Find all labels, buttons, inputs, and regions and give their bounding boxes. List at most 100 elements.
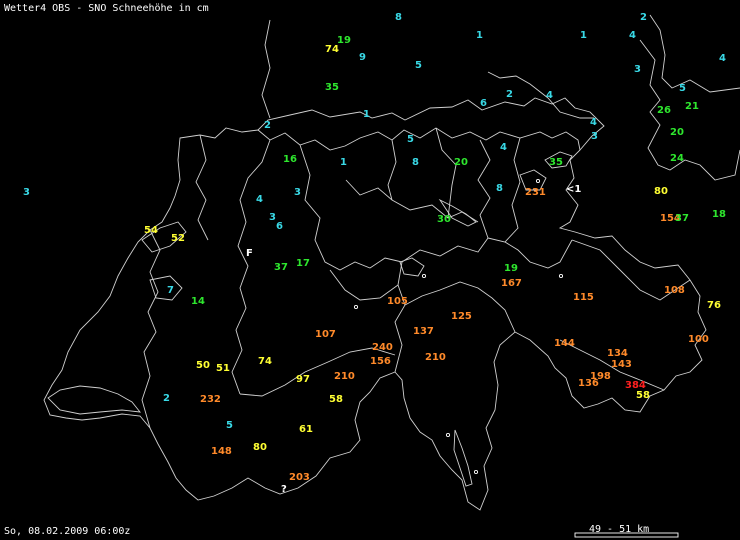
- town-marker: [421, 273, 427, 279]
- station-value: 4: [546, 90, 553, 101]
- station-value: 37: [675, 213, 689, 224]
- lake-biel-cluster: [149, 275, 183, 301]
- station-value: 61: [299, 424, 313, 435]
- station-value: 3: [634, 64, 641, 75]
- station-value: 8: [496, 183, 503, 194]
- station-value: 26: [657, 105, 671, 116]
- station-value: 17: [296, 258, 310, 269]
- station-value: 143: [611, 359, 632, 370]
- station-value: 1: [363, 109, 370, 120]
- border-lines: [43, 14, 740, 511]
- map-frame: Wetter4 OBS - SNO Schneehöhe in cm 81142…: [0, 0, 740, 540]
- station-value: 80: [253, 442, 267, 453]
- station-value: 74: [258, 356, 272, 367]
- station-value: 2: [163, 393, 170, 404]
- canton-border-3: [394, 261, 406, 373]
- station-value: 3: [23, 187, 30, 198]
- station-value: 1: [476, 30, 483, 41]
- station-value: F: [246, 248, 253, 259]
- station-value: 232: [200, 394, 221, 405]
- station-value: 136: [578, 378, 599, 389]
- station-value: 74: [325, 44, 339, 55]
- station-value: 4: [256, 194, 263, 205]
- station-value: 58: [329, 394, 343, 405]
- station-value: 5: [407, 134, 414, 145]
- station-value: 80: [654, 186, 668, 197]
- station-value: 50: [196, 360, 210, 371]
- lake-geneva: [47, 385, 142, 415]
- station-value: 1: [340, 157, 347, 168]
- station-value: 19: [337, 35, 351, 46]
- station-value: 35: [549, 157, 563, 168]
- station-value: 105: [387, 296, 408, 307]
- station-value: 4: [500, 142, 507, 153]
- station-value: 16: [283, 154, 297, 165]
- station-value: 231: [525, 187, 546, 198]
- station-value: 108: [664, 285, 685, 296]
- station-value: 3: [294, 187, 301, 198]
- canton-border-4: [487, 237, 573, 269]
- map-title: Wetter4 OBS - SNO Schneehöhe in cm: [4, 3, 209, 14]
- scale-label: 49 - 51 km: [589, 524, 650, 535]
- town-marker: [473, 469, 479, 475]
- station-value: 97: [296, 374, 310, 385]
- canton-border-1: [299, 144, 403, 271]
- station-value: 5: [226, 420, 233, 431]
- station-value: 210: [425, 352, 446, 363]
- station-value: 35: [325, 82, 339, 93]
- station-value: 6: [480, 98, 487, 109]
- station-value: 6: [276, 221, 283, 232]
- station-value: 210: [334, 371, 355, 382]
- station-value: 100: [688, 334, 709, 345]
- station-value: 125: [451, 311, 472, 322]
- station-value: 144: [554, 338, 575, 349]
- town-marker: [558, 273, 564, 279]
- station-value: 203: [289, 472, 310, 483]
- station-value: 20: [454, 157, 468, 168]
- station-value: 115: [573, 292, 594, 303]
- station-value: 54: [144, 225, 158, 236]
- station-value: 240: [372, 342, 393, 353]
- station-value: 37: [274, 262, 288, 273]
- switzerland-map: [43, 14, 740, 538]
- station-value: 8: [395, 12, 402, 23]
- station-value: 1: [580, 30, 587, 41]
- town-marker: [535, 178, 541, 184]
- station-value: 21: [685, 101, 699, 112]
- border-north: [257, 97, 605, 151]
- canton-border-5: [404, 281, 516, 333]
- town-markers: [353, 178, 564, 475]
- station-value: 14: [191, 296, 205, 307]
- station-value: 3: [269, 212, 276, 223]
- station-value: 9: [359, 52, 366, 63]
- station-value: 51: [216, 363, 230, 374]
- station-value: <1: [566, 184, 582, 195]
- border-lake-constance: [487, 71, 594, 119]
- timestamp: So, 08.02.2009 06:00z: [4, 526, 131, 537]
- station-value: 137: [413, 326, 434, 337]
- station-value: 7: [167, 285, 174, 296]
- border-east-upper: [649, 14, 740, 93]
- station-value: 19: [504, 263, 518, 274]
- station-value: 134: [607, 348, 628, 359]
- station-value: 76: [707, 300, 721, 311]
- station-value: 5: [415, 60, 422, 71]
- station-value: 30: [437, 214, 451, 225]
- lake-lucerne: [399, 257, 425, 277]
- lake-maggiore: [453, 429, 473, 487]
- station-value: 4: [719, 53, 726, 64]
- station-value: 4: [590, 117, 597, 128]
- station-value: 2: [640, 12, 647, 23]
- canton-border-12: [504, 137, 521, 243]
- canton-border-9: [345, 179, 479, 223]
- town-marker: [445, 432, 451, 438]
- station-value: 52: [171, 233, 185, 244]
- canton-border-13: [195, 134, 209, 241]
- station-value: 156: [370, 356, 391, 367]
- swiss-outline: [43, 127, 707, 511]
- station-value: 2: [264, 120, 271, 131]
- canton-border-11: [435, 127, 457, 219]
- station-value: 107: [315, 329, 336, 340]
- border-top-river: [261, 19, 271, 119]
- station-value: 3: [591, 131, 598, 142]
